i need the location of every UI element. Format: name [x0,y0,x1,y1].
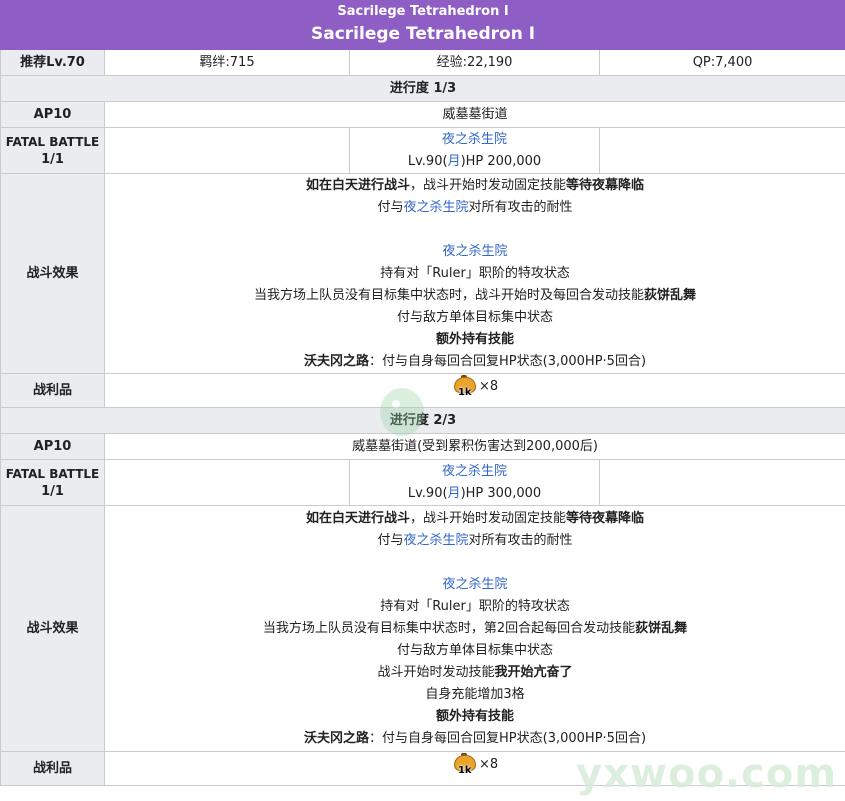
battle-effect-text: 如在白天进行战斗，战斗开始时发动固定技能等待夜幕降临 付与夜之杀生院对所有攻击的… [103,505,845,752]
enemy-slot-empty [104,459,350,506]
enemy-name-link[interactable]: 夜之杀生院 [404,533,469,548]
enemy-name-link[interactable]: 夜之杀生院 [442,464,507,479]
loot-label: 战利品 [0,373,105,408]
effect-line: 额外持有技能 [436,331,515,347]
fatal-battle-count: 1/1 [41,483,64,499]
loot-label: 战利品 [0,751,105,786]
effect-line: 如在白天进行战斗，战斗开始时发动固定技能等待夜幕降临 [306,510,645,526]
fatal-battle-title: FATAL BATTLE [5,466,100,481]
battle-effect-row: 战斗效果 如在白天进行战斗，战斗开始时发动固定技能等待夜幕降临 付与夜之杀生院对… [0,505,845,752]
loot-item[interactable]: 1k ×8 [452,752,499,777]
loot-item-qty: 1k [457,386,472,398]
loot-row: 战利品 1k ×8 [0,373,845,408]
exp-value: 经验:22,190 [349,49,600,76]
fatal-battle-label: FATAL BATTLE 1/1 [0,127,105,174]
loot-row: 战利品 1k ×8 [0,751,845,786]
location-name: 威墓墓街道 [103,101,845,128]
effect-line: 付与夜之杀生院对所有攻击的耐性 [377,532,573,548]
effect-line: 付与敌方单体目标集中状态 [397,309,554,325]
effect-line: 当我方场上队员没有目标集中状态时，战斗开始时及每回合发动技能荻饼乱舞 [254,287,697,303]
effect-line: 沃夫冈之路：付与自身每回合回复HP状态(3,000HP·5回合) [304,353,647,369]
effect-line: 夜之杀生院 [109,574,841,596]
enemy-name-link[interactable]: 夜之杀生院 [443,577,508,592]
enemy-stats: Lv.90(月)HP 300,000 [354,483,595,505]
quest-page: Sacrilege Tetrahedron Ⅰ Sacrilege Tetrah… [0,0,845,801]
quest-title-large: Sacrilege Tetrahedron Ⅰ [311,24,536,44]
quest-table: Sacrilege Tetrahedron Ⅰ Sacrilege Tetrah… [0,0,845,786]
progress-row: 进行度 1/3 [0,75,845,102]
enemy-name-link[interactable]: 夜之杀生院 [404,200,469,215]
enemy-level: Lv.90( [407,153,448,169]
battle-effect-label: 战斗效果 [0,505,105,752]
bun-item-icon: 1k [452,374,476,399]
effect-line: 持有对「Ruler」职阶的特攻状态 [380,598,570,614]
battle-effect-text: 如在白天进行战斗，战斗开始时发动固定技能等待夜幕降临 付与夜之杀生院对所有攻击的… [103,173,845,374]
fatal-battle-count: 1/1 [41,151,64,167]
bond-value: 羁绊:715 [104,49,350,76]
effect-line: 如在白天进行战斗，战斗开始时发动固定技能等待夜幕降临 [306,177,645,193]
ap-row: AP10 威墓墓街道 [0,101,845,128]
loot-cell: 1k ×8 [103,751,845,786]
enemy-slot-empty [104,127,350,174]
quest-title-small: Sacrilege Tetrahedron Ⅰ [337,4,509,19]
fatal-battle-title: FATAL BATTLE [5,134,100,149]
loot-count: ×8 [478,378,499,394]
effect-line: 夜之杀生院 [109,241,841,263]
recommend-level: 推荐Lv.70 [0,49,105,76]
enemy-level: Lv.90( [407,485,448,501]
effect-line: 自身充能增加3格 [425,686,525,702]
effect-spacer [109,552,841,574]
fatal-battle-row: FATAL BATTLE 1/1 夜之杀生院 Lv.90(月)HP 200,00… [0,127,845,174]
effect-line: 沃夫冈之路：付与自身每回合回复HP状态(3,000HP·5回合) [304,730,647,746]
progress-row: 进行度 2/3 [0,407,845,434]
enemy-name-link[interactable]: 夜之杀生院 [443,244,508,259]
enemy-name-link[interactable]: 夜之杀生院 [442,132,507,147]
loot-count: ×8 [478,756,499,772]
enemy-slot-empty [598,127,845,174]
effect-line: 付与敌方单体目标集中状态 [397,642,554,658]
bun-item-icon: 1k [452,752,476,777]
enemy-stats: Lv.90(月)HP 200,000 [354,151,595,173]
enemy-slot: 夜之杀生院 Lv.90(月)HP 300,000 [349,459,600,506]
effect-line: 当我方场上队员没有目标集中状态时，第2回合起每回合发动技能荻饼乱舞 [262,620,688,636]
effect-line: 额外持有技能 [436,708,515,724]
loot-item[interactable]: 1k ×8 [452,374,499,399]
ap-cost: AP10 [0,101,105,128]
enemy-class-link[interactable]: 月 [448,486,461,501]
battle-effect-row: 战斗效果 如在白天进行战斗，战斗开始时发动固定技能等待夜幕降临 付与夜之杀生院对… [0,173,845,374]
fatal-battle-label: FATAL BATTLE 1/1 [0,459,105,506]
loot-cell: 1k ×8 [103,373,845,408]
quest-header: Sacrilege Tetrahedron Ⅰ Sacrilege Tetrah… [0,0,845,50]
progress-label: 进行度 1/3 [0,75,845,102]
effect-spacer [109,219,841,241]
enemy-class-link[interactable]: 月 [448,154,461,169]
progress-label: 进行度 2/3 [0,407,845,434]
loot-item-qty: 1k [457,764,472,776]
effect-line: 持有对「Ruler」职阶的特攻状态 [380,265,570,281]
enemy-slot-empty [598,459,845,506]
quest-info-row: 推荐Lv.70 羁绊:715 经验:22,190 QP:7,400 [0,49,845,76]
enemy-slot: 夜之杀生院 Lv.90(月)HP 200,000 [349,127,600,174]
effect-line: 付与夜之杀生院对所有攻击的耐性 [377,199,573,215]
enemy-hp: )HP 200,000 [460,153,542,169]
battle-effect-label: 战斗效果 [0,173,105,374]
fatal-battle-row: FATAL BATTLE 1/1 夜之杀生院 Lv.90(月)HP 300,00… [0,459,845,506]
location-name: 威墓墓街道(受到累积伤害达到200,000后) [103,433,845,460]
enemy-hp: )HP 300,000 [460,485,542,501]
ap-cost: AP10 [0,433,105,460]
effect-line: 战斗开始时发动技能我开始亢奋了 [377,664,573,680]
ap-row: AP10 威墓墓街道(受到累积伤害达到200,000后) [0,433,845,460]
qp-value: QP:7,400 [598,49,845,76]
